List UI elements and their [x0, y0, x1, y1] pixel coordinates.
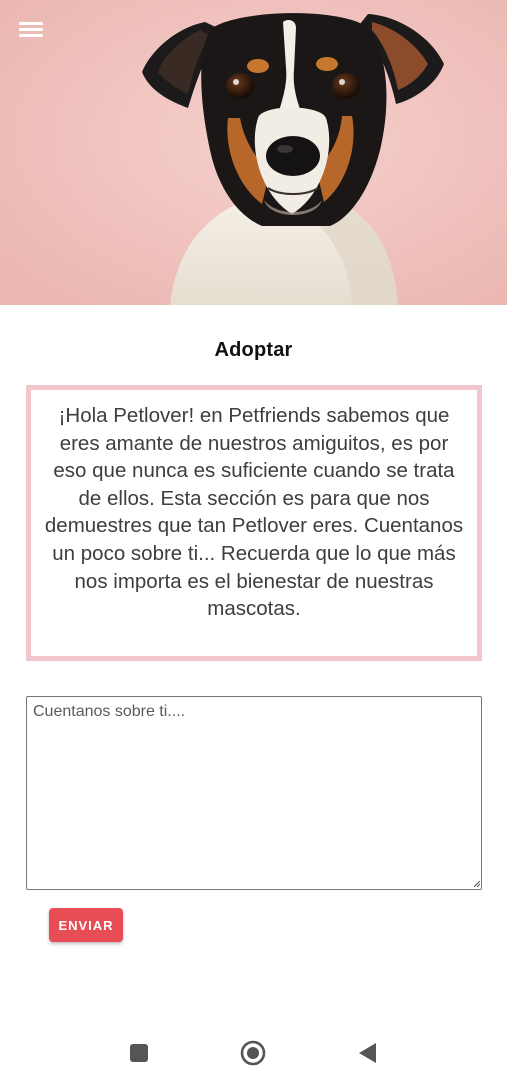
resize-grip-icon[interactable]	[474, 881, 480, 887]
menu-button[interactable]	[16, 18, 46, 42]
square-recents-icon[interactable]	[130, 1044, 148, 1062]
hamburger-menu-icon-line	[19, 34, 43, 37]
send-button[interactable]: ENVIAR	[49, 908, 123, 942]
circle-home-icon[interactable]	[240, 1040, 266, 1066]
hero-banner	[0, 0, 507, 305]
hamburger-menu-icon-line	[19, 28, 43, 31]
intro-text-box: ¡Hola Petlover! en Petfriends sabemos qu…	[26, 385, 482, 661]
triangle-back-icon[interactable]	[357, 1042, 377, 1064]
hamburger-menu-icon-line	[19, 22, 43, 25]
system-nav-bar	[0, 1020, 507, 1083]
dog-photo	[0, 0, 507, 305]
page-title: Adoptar	[214, 339, 293, 361]
about-you-textarea[interactable]	[26, 696, 482, 890]
adopt-screen: Adoptar ¡Hola Petlover! en Petfriends sa…	[0, 0, 507, 1083]
